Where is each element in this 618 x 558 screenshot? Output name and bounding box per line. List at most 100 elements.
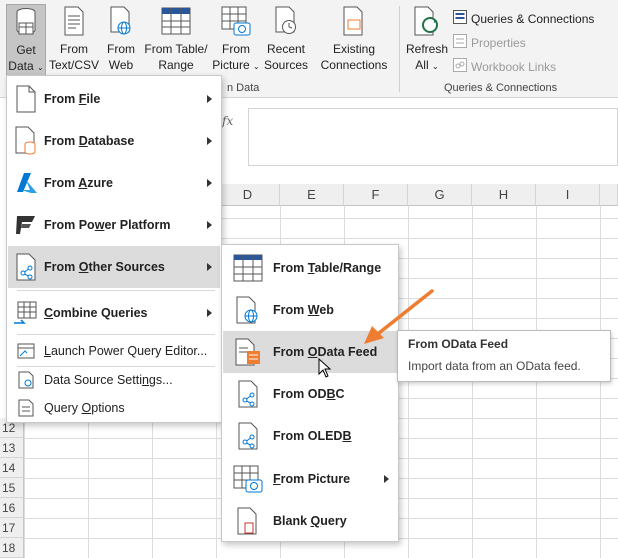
row-header-14[interactable]: 14: [0, 458, 24, 478]
submenu-item-from-table-range[interactable]: From Table/Range: [223, 247, 397, 289]
odbc-icon: [223, 380, 273, 408]
submenu-arrow-icon: [207, 95, 212, 103]
menu-item-label: Combine Queries: [44, 306, 148, 320]
submenu-item-blank-query[interactable]: Blank Query: [223, 501, 397, 541]
menu-item-launch-power-query-editor[interactable]: Launch Power Query Editor...: [8, 337, 220, 365]
submenu-arrow-icon: [207, 309, 212, 317]
blank-query-icon: [223, 507, 273, 535]
recent-sources-label-2: Sources: [263, 58, 309, 72]
from-text-csv-button[interactable]: From Text/CSV: [49, 4, 100, 73]
query-options-icon: [8, 399, 44, 417]
column-header-h[interactable]: H: [472, 184, 536, 206]
from-table-label-1: From Table/: [144, 42, 208, 56]
column-header-g[interactable]: G: [408, 184, 472, 206]
submenu-item-from-picture[interactable]: From Picture: [223, 457, 397, 501]
formula-input[interactable]: [248, 108, 618, 166]
menu-item-from-database[interactable]: From Database: [8, 120, 220, 162]
menu-divider: [17, 290, 215, 291]
get-data-label-1: Get: [16, 43, 36, 57]
oledb-icon: [223, 422, 273, 450]
submenu-item-from-oledb[interactable]: From OLEDB: [223, 415, 397, 457]
table-icon: [161, 4, 191, 38]
submenu-arrow-icon: [384, 475, 389, 483]
refresh-label-2: All ⌄: [415, 58, 439, 72]
properties-button[interactable]: Properties: [453, 34, 526, 51]
submenu-item-label: From OData Feed: [273, 345, 378, 359]
row-header-18[interactable]: 18: [0, 538, 24, 558]
properties-icon: [453, 34, 467, 51]
clock-file-icon: [271, 4, 301, 38]
row-header-16[interactable]: 16: [0, 498, 24, 518]
column-header-d[interactable]: D: [216, 184, 280, 206]
menu-item-label: From Azure: [44, 176, 113, 190]
existing-connections-label-1: Existing: [332, 42, 376, 56]
menu-item-data-source-settings[interactable]: Data Source Settings...: [8, 367, 220, 393]
menu-item-label: Query Options: [44, 401, 125, 415]
from-web-button[interactable]: From Web: [102, 4, 140, 73]
get-data-button[interactable]: Get Data ⌄: [6, 4, 46, 80]
tooltip-description: Import data from an OData feed.: [408, 359, 581, 373]
submenu-item-label: From Table/Range: [273, 261, 382, 275]
row-header-13[interactable]: 13: [0, 438, 24, 458]
links-icon: [453, 58, 467, 75]
from-web-label-1: From: [107, 42, 135, 56]
picture-table-icon: [223, 465, 273, 493]
column-header-f[interactable]: F: [344, 184, 408, 206]
submenu-item-label: From Web: [273, 303, 334, 317]
submenu-item-from-odata-feed[interactable]: From OData Feed: [223, 331, 397, 373]
get-data-menu: From File From Database From Azure From …: [6, 75, 222, 423]
fx-icon[interactable]: fx: [222, 114, 233, 128]
menu-item-label: From File: [44, 92, 101, 106]
odata-tooltip: From OData Feed Import data from an ODat…: [397, 330, 611, 382]
existing-connections-button[interactable]: Existing Connections: [318, 4, 390, 73]
connections-file-icon: [339, 4, 369, 38]
menu-item-from-power-platform[interactable]: From Power Platform: [8, 204, 220, 246]
refresh-all-button[interactable]: Refresh All ⌄: [405, 4, 449, 75]
column-header-e[interactable]: E: [280, 184, 344, 206]
submenu-item-from-odbc[interactable]: From ODBC: [223, 373, 397, 415]
submenu-item-from-web[interactable]: From Web: [223, 289, 397, 331]
menu-item-query-options[interactable]: Query Options: [8, 395, 220, 421]
ribbon-divider: [399, 6, 400, 92]
from-picture-button[interactable]: From Picture ⌄: [211, 4, 261, 75]
from-web-label-2: Web: [108, 58, 134, 72]
workbook-links-button[interactable]: Workbook Links: [453, 58, 556, 75]
queries-connections-label: Queries & Connections: [471, 11, 595, 26]
get-transform-group-label: n Data: [227, 82, 260, 94]
power-platform-icon: [8, 213, 44, 237]
row-header-15[interactable]: 15: [0, 478, 24, 498]
row-header-17[interactable]: 17: [0, 518, 24, 538]
submenu-arrow-icon: [207, 263, 212, 271]
mouse-cursor-icon: [318, 358, 332, 378]
recent-sources-button[interactable]: Recent Sources: [264, 4, 308, 73]
web-file-icon: [106, 4, 136, 38]
from-picture-label-1: From: [222, 42, 250, 56]
from-picture-label-2: Picture ⌄: [212, 58, 260, 72]
menu-item-combine-queries[interactable]: Combine Queries: [8, 292, 220, 334]
column-header-i[interactable]: I: [536, 184, 600, 206]
menu-item-label: Data Source Settings...: [44, 373, 173, 387]
menu-item-from-file[interactable]: From File: [8, 78, 220, 120]
chevron-down-icon: ⌄: [253, 62, 260, 71]
from-table-label-2: Range: [158, 58, 194, 72]
other-sources-icon: [8, 253, 44, 281]
submenu-item-label: From OLEDB: [273, 429, 352, 443]
submenu-item-label: From Picture: [273, 472, 351, 486]
existing-connections-label-2: Connections: [320, 58, 388, 72]
odata-feed-icon: [223, 338, 273, 366]
refresh-icon: [412, 4, 442, 38]
combine-queries-icon: [8, 301, 44, 325]
queries-group-label: Queries & Connections: [444, 82, 558, 94]
submenu-item-label: Blank Query: [273, 514, 347, 528]
from-table-range-button[interactable]: From Table/ Range: [143, 4, 209, 73]
recent-sources-label-1: Recent: [266, 42, 306, 56]
menu-item-from-azure[interactable]: From Azure: [8, 162, 220, 204]
azure-icon: [8, 172, 44, 194]
data-source-settings-icon: [8, 371, 44, 389]
menu-item-from-other-sources[interactable]: From Other Sources: [8, 246, 220, 288]
from-text-csv-label-2: Text/CSV: [49, 58, 100, 72]
submenu-arrow-icon: [207, 179, 212, 187]
table-icon: [223, 254, 273, 282]
menu-item-label: From Database: [44, 134, 135, 148]
queries-connections-button[interactable]: Queries & Connections: [453, 10, 594, 27]
